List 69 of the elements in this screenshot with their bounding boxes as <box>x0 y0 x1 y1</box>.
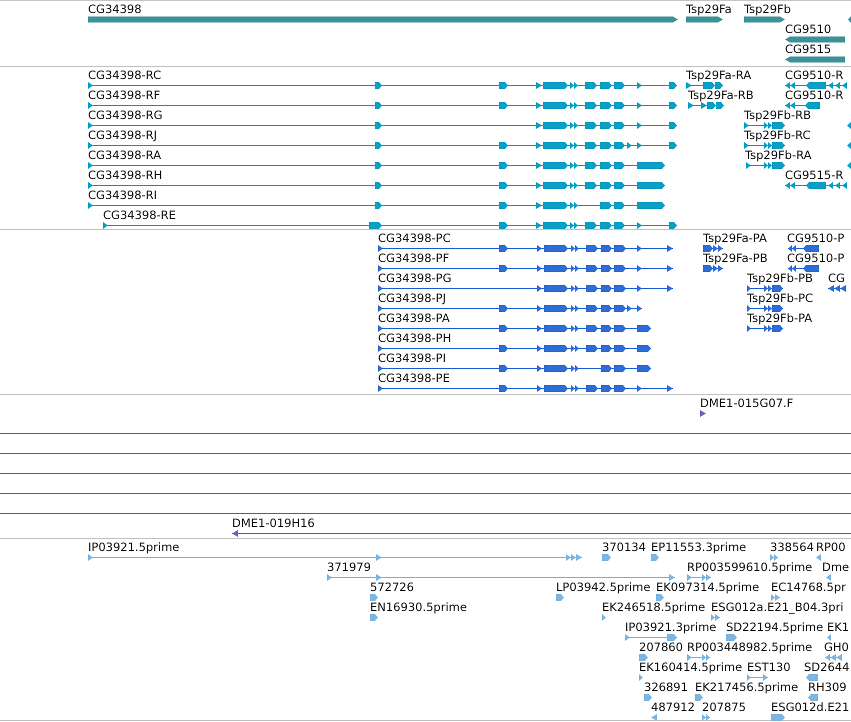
feature-label: Tsp29Fb-RA <box>745 148 812 162</box>
feature-label: Dme <box>822 560 850 574</box>
feature-label: EST130 <box>747 660 791 674</box>
feature-label: DME1-015G07.F <box>700 396 794 410</box>
feature-label: CG34398-PA <box>378 311 450 325</box>
feature-label: CG9515-R <box>785 168 844 182</box>
feature-label: 207875 <box>702 700 746 714</box>
feature-label: EK246518.5prime <box>602 600 706 614</box>
feature-label: CG9510-R <box>785 88 844 102</box>
feature-label: EP11553.3prime <box>651 540 746 554</box>
feature-label: RP00 <box>816 540 846 554</box>
feature-label: Tsp29Fa-PB <box>703 251 768 265</box>
feature-label: 338564 <box>770 540 814 554</box>
feature-label: CG34398-RH <box>88 168 162 182</box>
feature-label: 371979 <box>327 560 371 574</box>
feature-label: EK217456.5prime <box>695 680 798 694</box>
feature-label: Tsp29Fb-RB <box>744 108 811 122</box>
feature-label: CG9510-P <box>787 251 844 265</box>
feature-label: GH0 <box>824 640 849 654</box>
feature-label: CG34398-PG <box>378 271 452 285</box>
feature-label: RP003599610.5prime <box>687 560 812 574</box>
feature-label: CG34398-RF <box>88 88 160 102</box>
feature-label: CG34398-PI <box>378 351 446 365</box>
feature-label: LP03942.5prime <box>556 580 650 594</box>
feature-label: 370134 <box>602 540 646 554</box>
feature-label: CG34398-RG <box>88 108 163 122</box>
feature-label: CG9510 <box>785 22 832 36</box>
feature-label: CG34398-PJ <box>378 291 446 305</box>
feature-label: Tsp29Fb-PC <box>747 291 814 305</box>
feature-label: CG34398-PH <box>378 331 452 345</box>
feature-label: CG34398 <box>88 2 142 16</box>
feature-label: 487912 <box>651 700 695 714</box>
feature-label: ESG012a.E21_B04.3pri <box>711 600 844 614</box>
feature-label: CG34398-RE <box>103 208 176 222</box>
feature-label: EK160414.5prime <box>639 660 742 674</box>
feature-label: CG34398-RI <box>88 188 158 202</box>
feature-label: EC14768.5pr <box>771 580 846 594</box>
feature-label: Tsp29Fb-RC <box>744 128 811 142</box>
feature-label: Tsp29Fa-RA <box>686 68 752 82</box>
feature-label: SD22194.5prime <box>726 620 824 634</box>
feature-label: EN16930.5prime <box>370 600 467 614</box>
feature-label: 326891 <box>644 680 688 694</box>
feature-label: Tsp29Fa-PA <box>703 231 767 245</box>
feature-label: CG9510-P <box>787 231 844 245</box>
feature-label: CG34398-PC <box>378 231 451 245</box>
feature-label: CG34398-RJ <box>88 128 158 142</box>
feature-label: RH309 <box>808 680 847 694</box>
feature-label: CG34398-PE <box>378 371 450 385</box>
feature-label: IP03921.3prime <box>625 620 716 634</box>
feature-label: CG <box>828 271 845 285</box>
feature-label: RP003448982.5prime <box>687 640 812 654</box>
feature-label: SD2644 <box>804 660 850 674</box>
feature-label: 572726 <box>370 580 414 594</box>
feature-label: CG34398-PF <box>378 251 450 265</box>
feature-label: 207860 <box>639 640 683 654</box>
feature-label: EK097314.5prime <box>656 580 760 594</box>
feature-label: DME1-019H16 <box>232 516 315 530</box>
feature-label: IP03921.5prime <box>88 540 180 554</box>
feature-label: Tsp29Fa-RB <box>688 88 754 102</box>
feature-label: Tsp29Fb-PA <box>747 311 812 325</box>
feature-label: Tsp29Fb-PB <box>747 271 813 285</box>
feature-label: CG34398-RC <box>88 68 162 82</box>
feature-label: Tsp29Fa <box>686 2 732 16</box>
feature-label: EK1 <box>827 620 850 634</box>
feature-label: CG9510-R <box>785 68 844 82</box>
feature-label: CG34398-RA <box>88 148 162 162</box>
feature-label: CG9515 <box>785 42 832 56</box>
feature-label: ESG012d.E21 <box>771 700 850 714</box>
feature-label: Tsp29Fb <box>744 2 791 16</box>
